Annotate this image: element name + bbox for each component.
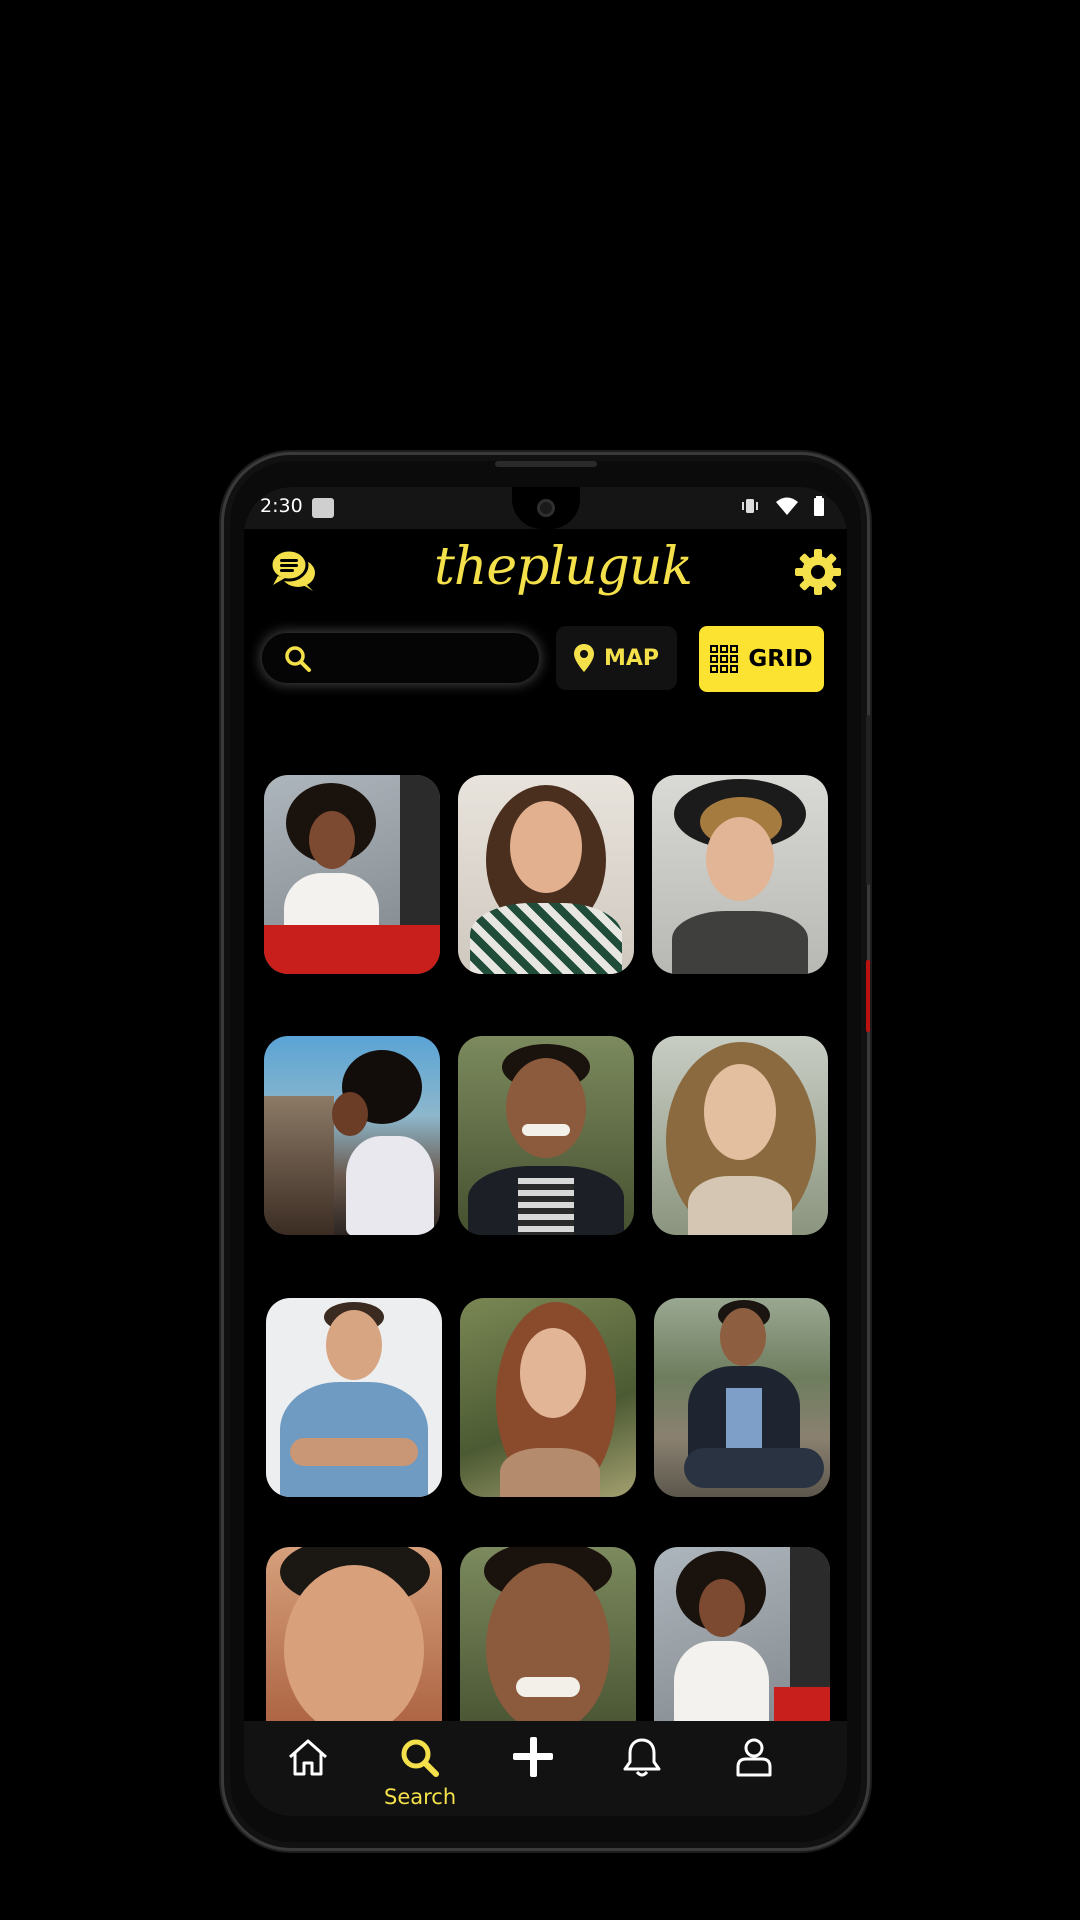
- grid-view-button[interactable]: GRID: [699, 626, 824, 692]
- profile-photo: [460, 1298, 636, 1497]
- bottom-navigation: Search: [244, 1721, 847, 1816]
- profile-photo: [264, 1036, 440, 1235]
- grid-icon: [710, 645, 739, 673]
- chat-bubbles-icon[interactable]: [269, 545, 317, 593]
- profile-photo: [266, 1298, 442, 1497]
- profile-card[interactable]: [264, 1036, 440, 1235]
- grid-label: GRID: [748, 646, 813, 672]
- user-icon: [736, 1738, 772, 1777]
- map-label: MAP: [603, 645, 660, 671]
- profile-card[interactable]: [652, 775, 828, 974]
- profile-card[interactable]: [266, 1298, 442, 1497]
- profile-card[interactable]: [654, 1298, 830, 1497]
- wifi-icon: [776, 497, 798, 515]
- app-logo: thepluguk: [434, 537, 693, 597]
- bell-icon: [623, 1738, 661, 1777]
- search-icon: [401, 1739, 439, 1777]
- plus-icon: [513, 1737, 553, 1777]
- profile-photo: [458, 1036, 634, 1235]
- nav-search[interactable]: Search: [384, 1735, 457, 1809]
- map-view-button[interactable]: MAP: [556, 626, 677, 690]
- profile-photo: [652, 1036, 828, 1235]
- search-bar[interactable]: [262, 633, 539, 683]
- phone-frame: 2:30 thepluguk MAP GRID Search: [221, 452, 870, 1851]
- nav-create[interactable]: [498, 1735, 568, 1783]
- nav-home[interactable]: [273, 1735, 343, 1783]
- battery-icon: [814, 496, 824, 516]
- profile-photo: [654, 1298, 830, 1497]
- profile-card[interactable]: [264, 775, 440, 974]
- profile-card[interactable]: [266, 1547, 442, 1746]
- profile-photo: [458, 775, 634, 974]
- search-input[interactable]: [322, 643, 526, 675]
- status-bar: 2:30: [244, 487, 847, 529]
- earpiece-speaker: [495, 461, 597, 467]
- front-camera: [537, 499, 555, 517]
- profile-photo: [264, 775, 440, 974]
- profile-photo: [652, 775, 828, 974]
- map-pin-icon: [573, 644, 594, 672]
- profile-card[interactable]: [460, 1298, 636, 1497]
- profile-card[interactable]: [652, 1036, 828, 1235]
- nav-notifications[interactable]: [607, 1735, 677, 1783]
- gear-icon[interactable]: [794, 548, 842, 596]
- search-icon: [285, 646, 311, 672]
- home-icon: [289, 1739, 327, 1776]
- profile-photo: [654, 1547, 830, 1746]
- profile-card[interactable]: [458, 1036, 634, 1235]
- notification-app-icon: [312, 498, 334, 518]
- side-button: [866, 715, 870, 885]
- profile-card[interactable]: [654, 1547, 830, 1746]
- profile-photo: [460, 1547, 636, 1746]
- profile-photo: [266, 1547, 442, 1746]
- power-button: [866, 960, 870, 1032]
- nav-search-label: Search: [384, 1785, 457, 1809]
- app-screen: 2:30 thepluguk MAP GRID Search: [244, 487, 847, 1816]
- profile-card[interactable]: [458, 775, 634, 974]
- nav-profile[interactable]: [719, 1735, 789, 1783]
- profile-card[interactable]: [460, 1547, 636, 1746]
- status-time: 2:30: [260, 495, 303, 517]
- status-icons: [739, 496, 825, 516]
- app-header: thepluguk: [244, 529, 847, 609]
- vibrate-icon: [742, 499, 758, 513]
